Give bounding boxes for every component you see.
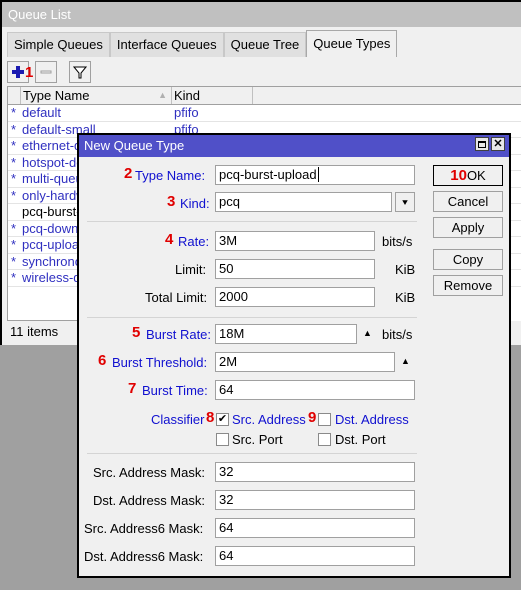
separator: [87, 453, 417, 454]
annotation-8: 8: [206, 409, 215, 426]
row-flag: *: [11, 121, 17, 137]
type-name-label: Type Name:: [135, 168, 206, 183]
burst-time-label: Burst Time:: [142, 383, 208, 398]
dialog-title: New Queue Type ✕: [79, 135, 509, 157]
burst-threshold-collapse-icon[interactable]: ▲: [401, 356, 410, 366]
dropdown-icon: ⯆: [401, 198, 409, 209]
total-limit-label: Total Limit:: [145, 290, 208, 305]
src-address6-mask-label: Src. Address6 Mask:: [84, 521, 204, 536]
annotation-2: 2: [124, 165, 133, 182]
table-row[interactable]: * default pfifo: [8, 105, 521, 122]
row-flag: *: [11, 154, 17, 170]
dst-address6-mask-label: Dst. Address6 Mask:: [84, 549, 204, 564]
filter-button[interactable]: [69, 61, 91, 83]
rate-input[interactable]: 3M: [215, 231, 375, 251]
kind-label: Kind:: [180, 196, 210, 211]
remove-button[interactable]: [35, 61, 57, 83]
tab-bar: Simple Queues Interface Queues Queue Tre…: [7, 30, 398, 57]
annotation-9: 9: [308, 409, 317, 426]
sort-icon: ▲: [158, 90, 167, 100]
row-flag: *: [11, 237, 17, 252]
cancel-button[interactable]: Cancel: [433, 191, 503, 212]
dst-address-option-label: Dst. Address: [335, 412, 409, 427]
type-name-input[interactable]: pcq-burst-upload: [215, 165, 415, 185]
row-flag: *: [11, 270, 17, 285]
remove-button[interactable]: Remove: [433, 275, 503, 296]
dst-port-option-label: Dst. Port: [335, 432, 386, 447]
limit-input[interactable]: 50: [215, 259, 375, 279]
tab-interface-queues[interactable]: Interface Queues: [109, 32, 224, 57]
copy-button[interactable]: Copy: [433, 249, 503, 270]
limit-unit: KiB: [395, 262, 416, 277]
close-icon: ✕: [493, 138, 503, 150]
row-type-name: default: [22, 105, 62, 120]
src-address-mask-input[interactable]: 32: [215, 462, 415, 482]
new-queue-type-dialog: New Queue Type ✕ 2 Type Name: pcq-burst-…: [77, 133, 511, 578]
burst-rate-unit: bits/s: [382, 327, 413, 342]
ok-button[interactable]: 10OK: [433, 165, 503, 186]
rate-unit: bits/s: [382, 234, 413, 249]
filter-icon: [73, 66, 87, 79]
toolbar: 1: [7, 60, 91, 84]
separator: [87, 221, 417, 222]
total-limit-unit: KiB: [395, 290, 416, 305]
row-flag: *: [11, 253, 17, 269]
row-flag: *: [11, 187, 17, 203]
src-port-checkbox[interactable]: [216, 433, 229, 446]
burst-rate-collapse-icon[interactable]: ▲: [363, 328, 372, 338]
src-address-mask-label: Src. Address Mask:: [93, 465, 205, 480]
status-bar: 11 items: [7, 320, 86, 343]
close-button[interactable]: ✕: [491, 137, 505, 151]
rate-label: Rate:: [178, 234, 210, 249]
classifier-label: Classifier: [151, 412, 205, 427]
tab-queue-tree[interactable]: Queue Tree: [223, 32, 307, 57]
dst-address-mask-input[interactable]: 32: [215, 490, 415, 510]
row-flag: *: [11, 171, 17, 186]
dst-address-checkbox[interactable]: [318, 413, 331, 426]
src-address-checkbox[interactable]: ✔: [216, 413, 229, 426]
annotation-7: 7: [128, 380, 137, 397]
total-limit-input[interactable]: 2000: [215, 287, 375, 307]
separator: [87, 317, 417, 318]
row-kind: pfifo: [174, 105, 199, 120]
src-address6-mask-input[interactable]: 64: [215, 518, 415, 538]
src-address-option-label: Src. Address: [232, 412, 306, 427]
tab-simple-queues[interactable]: Simple Queues: [7, 32, 110, 57]
maximize-icon: [478, 140, 486, 148]
burst-rate-input[interactable]: 18M: [215, 324, 357, 344]
table-header: Type Name ▲ Kind: [8, 87, 521, 105]
burst-rate-label: Burst Rate:: [146, 327, 212, 342]
annotation-5: 5: [132, 324, 141, 341]
dst-address6-mask-input[interactable]: 64: [215, 546, 415, 566]
apply-button[interactable]: Apply: [433, 217, 503, 238]
limit-label: Limit:: [175, 262, 207, 277]
row-flag: [8, 204, 20, 220]
kind-dropdown-button[interactable]: ⯆: [395, 192, 415, 212]
check-icon: ✔: [217, 413, 228, 425]
burst-threshold-label: Burst Threshold:: [112, 355, 208, 370]
column-flag: [8, 87, 21, 104]
dialog-title-text: New Queue Type: [84, 138, 185, 153]
burst-time-input[interactable]: 64: [215, 380, 415, 400]
minus-icon: [40, 70, 52, 74]
kind-select[interactable]: pcq: [215, 192, 392, 212]
annotation-6: 6: [98, 352, 107, 369]
maximize-button[interactable]: [475, 137, 489, 151]
annotation-4: 4: [165, 231, 174, 248]
row-flag: *: [11, 138, 17, 153]
dst-address-mask-label: Dst. Address Mask:: [93, 493, 205, 508]
column-kind[interactable]: Kind: [172, 87, 253, 104]
annotation-10: 10: [450, 167, 467, 184]
tab-queue-types[interactable]: Queue Types: [306, 30, 398, 57]
annotation-1: 1: [25, 63, 34, 81]
burst-threshold-input[interactable]: 2M: [215, 352, 395, 372]
column-type-name[interactable]: Type Name ▲: [21, 87, 172, 104]
row-flag: *: [11, 220, 17, 236]
row-flag: *: [11, 105, 17, 120]
annotation-3: 3: [167, 193, 176, 210]
src-port-option-label: Src. Port: [232, 432, 283, 447]
dst-port-checkbox[interactable]: [318, 433, 331, 446]
plus-icon: [12, 66, 24, 78]
window-title: Queue List: [2, 2, 521, 27]
